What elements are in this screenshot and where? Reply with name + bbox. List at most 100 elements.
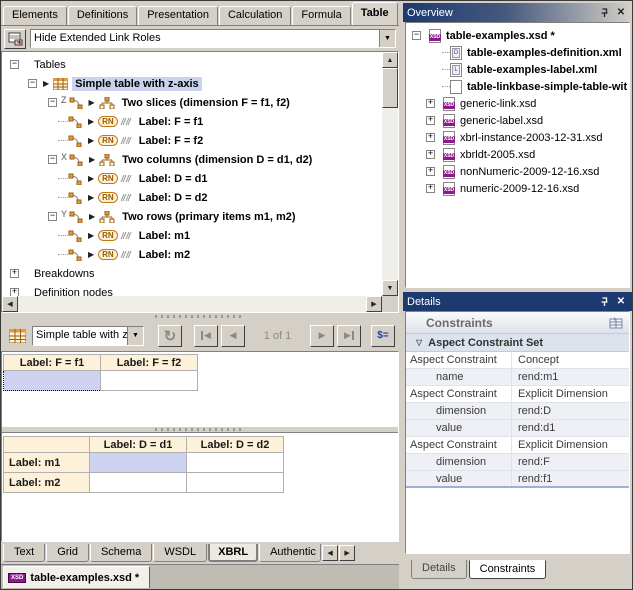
close-icon[interactable]: [614, 295, 628, 308]
expand-arrow-icon[interactable]: [88, 250, 94, 259]
overview-item[interactable]: XSD generic-link.xsd: [406, 95, 629, 112]
overview-item[interactable]: XSD numeric-2009-12-16.xsd: [406, 180, 629, 197]
link-roles-button[interactable]: [4, 29, 26, 49]
expand-arrow-icon[interactable]: [89, 212, 95, 221]
expand-icon[interactable]: [10, 269, 19, 278]
expand-arrow-icon[interactable]: [88, 174, 94, 183]
data-cell[interactable]: [90, 473, 187, 493]
collapse-icon[interactable]: [48, 155, 57, 164]
constraint-row[interactable]: dimension rend:D: [406, 403, 629, 420]
expand-icon[interactable]: [426, 99, 435, 108]
expand-icon[interactable]: [426, 133, 435, 142]
previous-page-button[interactable]: ◀: [221, 325, 245, 347]
properties-grid-icon[interactable]: [609, 317, 623, 329]
tree-item-label-m1[interactable]: RN Label: m1: [2, 226, 382, 245]
tree-item-label-f2[interactable]: RN Label: F = f2: [2, 131, 382, 150]
scroll-down-icon[interactable]: ▼: [382, 280, 398, 296]
view-tab-text[interactable]: Text: [3, 544, 45, 562]
tab-presentation[interactable]: Presentation: [138, 6, 218, 25]
collapse-icon[interactable]: [28, 79, 37, 88]
tab-constraints[interactable]: Constraints: [469, 560, 547, 579]
collapse-icon[interactable]: [48, 98, 57, 107]
expand-arrow-icon[interactable]: [43, 79, 49, 88]
scroll-left-icon[interactable]: ◀: [2, 296, 18, 312]
elr-filter-combobox[interactable]: Hide Extended Link Roles: [30, 29, 396, 48]
expand-icon[interactable]: [426, 150, 435, 159]
z-table-header[interactable]: Label: F = f2: [101, 355, 198, 371]
pin-icon[interactable]: [597, 6, 611, 19]
expand-icon[interactable]: [10, 288, 19, 296]
scrollbar-thumb[interactable]: [382, 68, 398, 108]
tree-item-definition-nodes[interactable]: Definition nodes: [2, 283, 382, 296]
tab-calculation[interactable]: Calculation: [219, 6, 291, 25]
tree-item-label-m2[interactable]: RN Label: m2: [2, 245, 382, 264]
constraint-row[interactable]: Aspect Constraint Explicit Dimension: [406, 386, 629, 403]
view-tab-grid[interactable]: Grid: [46, 544, 89, 562]
collapse-icon[interactable]: [48, 212, 57, 221]
splitter-handle[interactable]: [1, 313, 399, 320]
expand-icon[interactable]: [426, 116, 435, 125]
tab-scroll-left-icon[interactable]: ◀: [322, 545, 338, 561]
overview-item[interactable]: D table-examples-definition.xml: [406, 44, 629, 61]
tab-details[interactable]: Details: [411, 560, 467, 579]
tree-item-label-d2[interactable]: RN Label: D = d2: [2, 188, 382, 207]
expand-arrow-icon[interactable]: [89, 155, 95, 164]
refresh-button[interactable]: ↻: [158, 325, 182, 347]
scroll-up-icon[interactable]: ▲: [382, 52, 398, 68]
tab-elements[interactable]: Elements: [3, 6, 67, 25]
format-values-button[interactable]: $=: [371, 325, 395, 347]
table-view-button[interactable]: [5, 324, 29, 348]
tree-horizontal-scrollbar[interactable]: ◀ ▶: [2, 296, 382, 312]
expand-arrow-icon[interactable]: [88, 117, 94, 126]
constraint-row[interactable]: Aspect Constraint Concept: [406, 352, 629, 369]
data-cell[interactable]: [187, 453, 284, 473]
table-selector-combobox[interactable]: Simple table with z-: [32, 326, 144, 346]
pin-icon[interactable]: [597, 295, 611, 308]
tree-item-axis-y[interactable]: Y Two rows (primary items m1, m2): [2, 207, 382, 226]
overview-item[interactable]: XSD xbrl-instance-2003-12-31.xsd: [406, 129, 629, 146]
tab-table[interactable]: Table: [352, 2, 398, 25]
chevron-down-icon[interactable]: [127, 327, 143, 345]
column-header[interactable]: Label: D = d2: [187, 437, 284, 453]
close-icon[interactable]: [614, 6, 628, 19]
overview-item[interactable]: XSD nonNumeric-2009-12-16.xsd: [406, 163, 629, 180]
expand-arrow-icon[interactable]: [88, 231, 94, 240]
view-tab-authentic[interactable]: Authentic: [259, 544, 321, 562]
tab-formula[interactable]: Formula: [292, 6, 350, 25]
z-table-header[interactable]: Label: F = f1: [4, 355, 101, 371]
next-page-button[interactable]: ▶: [310, 325, 334, 347]
z-table-cell-selected[interactable]: [4, 371, 101, 391]
chevron-down-icon[interactable]: [379, 30, 395, 47]
collapse-icon[interactable]: [10, 60, 19, 69]
data-cell[interactable]: [187, 473, 284, 493]
tree-item-simple-table[interactable]: Simple table with z-axis: [2, 74, 382, 93]
column-header[interactable]: Label: D = d1: [90, 437, 187, 453]
row-header[interactable]: Label: m2: [4, 473, 90, 493]
tree-item-tables[interactable]: Tables: [2, 55, 382, 74]
z-table-cell[interactable]: [101, 371, 198, 391]
row-header[interactable]: Label: m1: [4, 453, 90, 473]
tree-item-label-f1[interactable]: RN Label: F = f1: [2, 112, 382, 131]
constraint-row[interactable]: value rend:f1: [406, 471, 629, 488]
view-tab-xbrl[interactable]: XBRL: [208, 544, 258, 562]
constraint-row[interactable]: Aspect Constraint Explicit Dimension: [406, 437, 629, 454]
first-page-button[interactable]: ◀: [194, 325, 218, 347]
tree-item-axis-x[interactable]: X Two columns (dimension D = d1, d2): [2, 150, 382, 169]
last-page-button[interactable]: ▶: [337, 325, 361, 347]
tab-definitions[interactable]: Definitions: [68, 6, 137, 25]
tree-item-axis-z[interactable]: Z: [2, 93, 382, 112]
constraint-row[interactable]: value rend:d1: [406, 420, 629, 437]
expand-arrow-icon[interactable]: [88, 136, 94, 145]
tree-vertical-scrollbar[interactable]: ▲ ▼: [382, 52, 398, 296]
data-cell-selected[interactable]: [90, 453, 187, 473]
overview-item[interactable]: XSD xbrldt-2005.xsd: [406, 146, 629, 163]
scroll-right-icon[interactable]: ▶: [366, 296, 382, 312]
expand-icon[interactable]: [426, 184, 435, 193]
constraint-row[interactable]: dimension rend:F: [406, 454, 629, 471]
tree-item-breakdowns[interactable]: Breakdowns: [2, 264, 382, 283]
tab-scroll-right-icon[interactable]: ▶: [339, 545, 355, 561]
collapse-icon[interactable]: [412, 31, 421, 40]
collapse-triangle-icon[interactable]: [416, 338, 422, 347]
overview-item[interactable]: XSD generic-label.xsd: [406, 112, 629, 129]
view-tab-schema[interactable]: Schema: [90, 544, 152, 562]
